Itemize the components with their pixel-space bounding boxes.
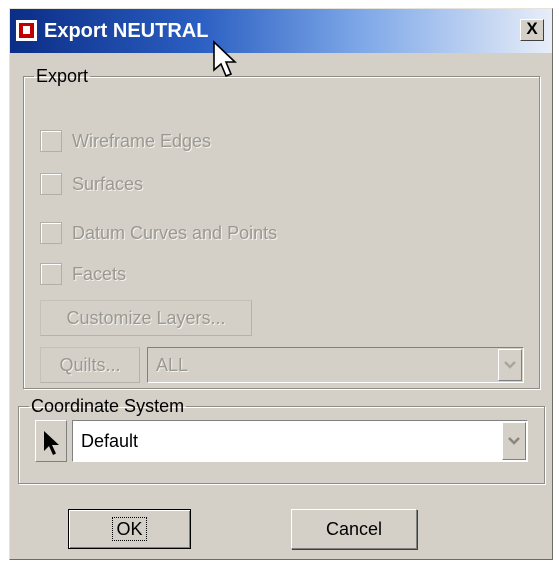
surfaces-checkbox[interactable] (40, 173, 62, 195)
datum-curves-label: Datum Curves and Points (72, 223, 278, 243)
coordinate-select-button[interactable] (35, 420, 67, 462)
surfaces-label: Surfaces (72, 174, 144, 194)
chevron-down-icon (504, 361, 516, 369)
customize-layers-button[interactable]: Customize Layers... (40, 300, 252, 336)
title-bar[interactable]: Export NEUTRAL X (10, 9, 552, 53)
arrow-pointer-icon (44, 431, 59, 455)
coordinate-system-value: Default (81, 431, 139, 451)
wireframe-edges-label: Wireframe Edges (72, 131, 212, 151)
coordinate-system-label: Coordinate System (31, 396, 185, 416)
facets-checkbox[interactable] (40, 263, 62, 285)
facets-label: Facets (72, 264, 127, 284)
quilts-select[interactable]: ALL (147, 347, 524, 383)
app-icon (16, 20, 37, 41)
quilts-dropdown-button[interactable] (498, 349, 522, 381)
close-button[interactable]: X (520, 19, 544, 41)
cancel-button[interactable]: Cancel (291, 509, 417, 549)
close-icon: X (526, 19, 538, 38)
datum-curves-checkbox[interactable] (40, 222, 62, 244)
export-neutral-dialog: Export NEUTRAL X Export Wireframe Edges … (9, 8, 553, 560)
coordinate-system-select[interactable]: Default (72, 420, 528, 462)
quilts-value: ALL (156, 355, 189, 375)
export-group: Export Wireframe Edges Surfaces Datum Cu… (23, 66, 540, 389)
export-group-label: Export (36, 66, 89, 86)
quilts-button[interactable]: Quilts... (40, 347, 140, 383)
wireframe-edges-checkbox[interactable] (40, 130, 62, 152)
window-title: Export NEUTRAL (44, 20, 209, 42)
chevron-down-icon (508, 437, 520, 445)
coordinate-system-group: Coordinate System Default (18, 396, 545, 484)
ok-button[interactable]: OK (68, 509, 191, 549)
mouse-cursor-icon (213, 40, 237, 78)
ok-label: OK (112, 517, 147, 541)
coordinate-system-dropdown-button[interactable] (502, 422, 526, 460)
